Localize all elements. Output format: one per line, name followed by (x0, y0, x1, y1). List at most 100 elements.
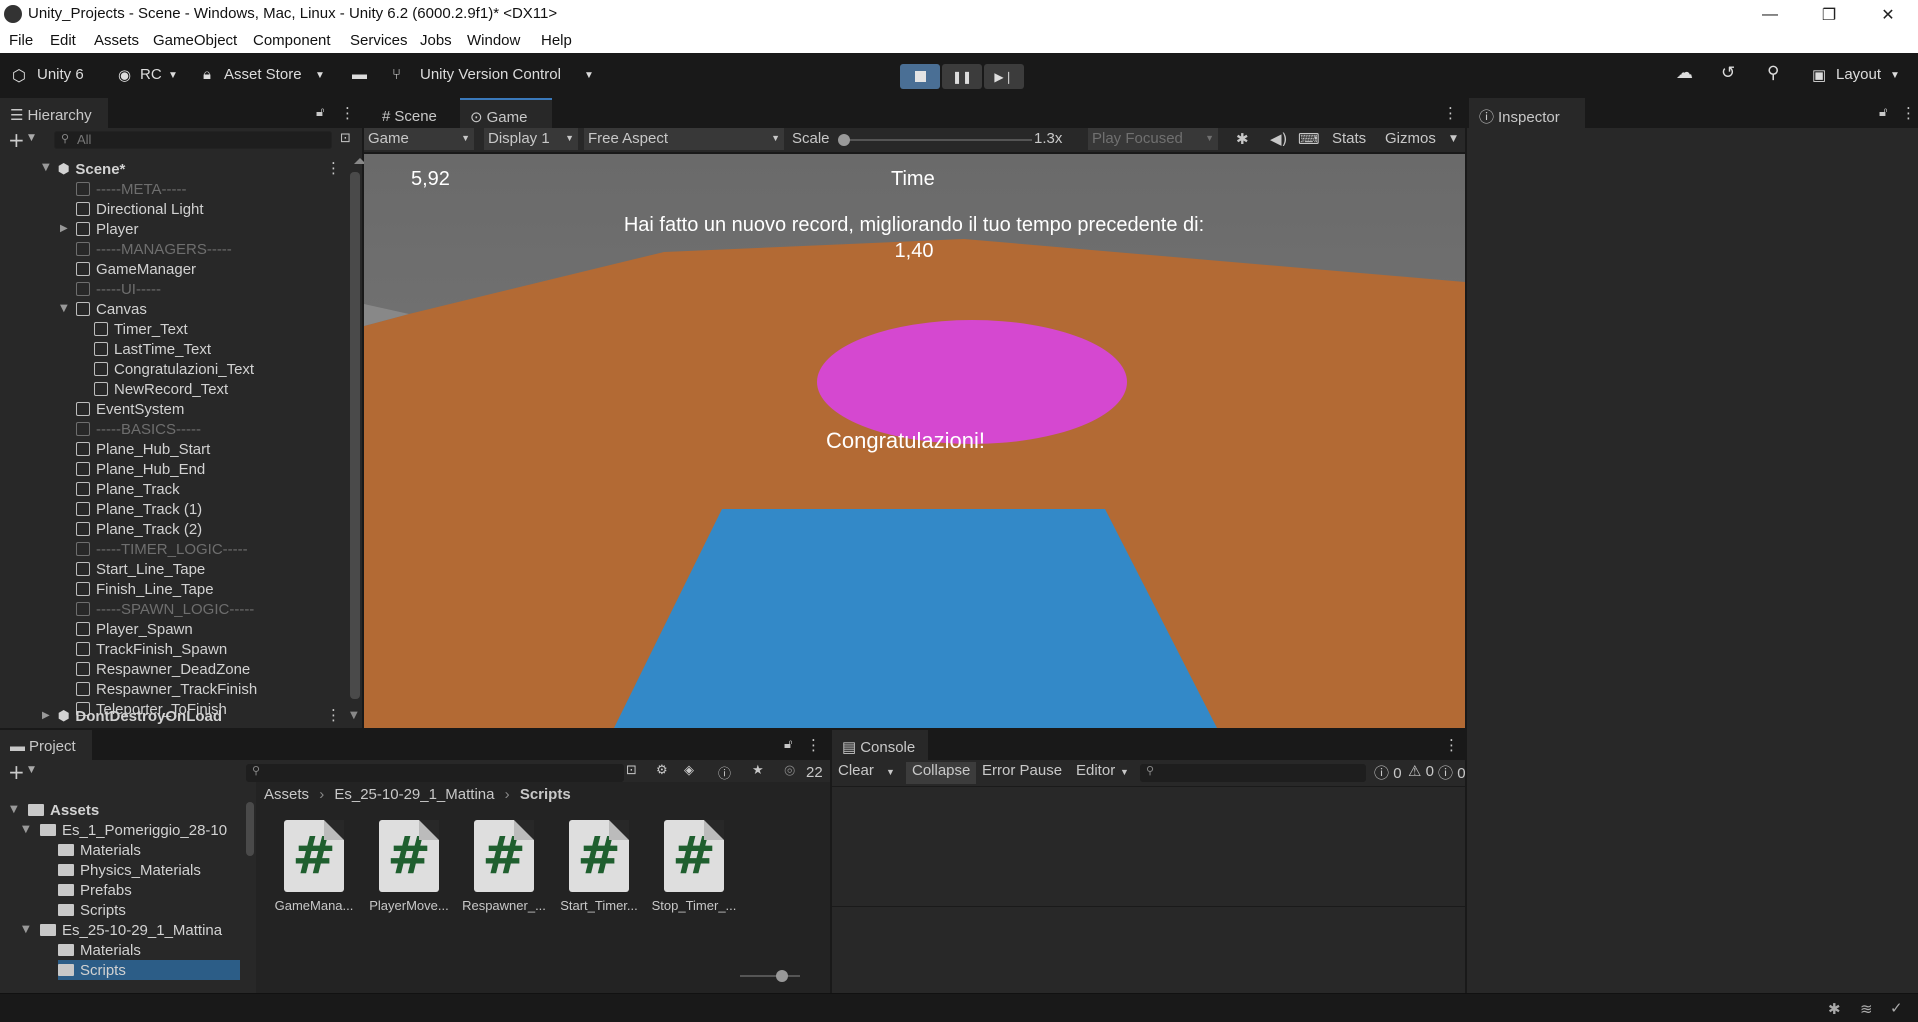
check-icon[interactable]: ✓ (1890, 999, 1903, 1017)
breadcrumb-assets[interactable]: Assets (264, 786, 309, 803)
hierarchy-item[interactable]: Plane_Hub_Start (76, 439, 210, 459)
project-search-input[interactable]: ⚲ (246, 764, 624, 782)
project-folder-item[interactable]: Physics_Materials (58, 860, 201, 880)
tree-scrollbar[interactable] (246, 802, 254, 856)
project-folder-item[interactable]: Prefabs (58, 880, 132, 900)
warning-filter-icon[interactable]: ⓘ (718, 763, 731, 782)
hierarchy-item[interactable]: Canvas (76, 299, 147, 319)
project-folder-item[interactable]: Materials (58, 940, 141, 960)
label-icon[interactable]: ◈ (684, 763, 694, 778)
hierarchy-item[interactable]: Plane_Track (1) (76, 499, 202, 519)
display-dropdown[interactable]: Display 1 ▼ (484, 128, 578, 150)
menu-help[interactable]: Help (541, 32, 572, 49)
scale-slider[interactable] (842, 139, 1032, 141)
hierarchy-item[interactable]: -----MANAGERS----- (76, 239, 232, 259)
debug-icon[interactable]: ✱ (1828, 1000, 1841, 1018)
hierarchy-item[interactable]: EventSystem (76, 399, 184, 419)
editor-dropdown[interactable]: Editor (1076, 762, 1115, 784)
hierarchy-item[interactable]: Player_Spawn (76, 619, 193, 639)
game-mode-dropdown[interactable]: Game ▼ (364, 128, 474, 150)
project-folder-item[interactable]: Scripts (58, 900, 126, 920)
error-count-toggle[interactable]: ⓘ 0 (1374, 762, 1402, 784)
step-button[interactable]: ▶❘ (984, 64, 1024, 89)
clear-button[interactable]: Clear (838, 762, 874, 784)
lock-icon[interactable]: 🔓︎ (784, 737, 792, 752)
search-by-type-icon[interactable]: ⊡ (626, 763, 637, 778)
hierarchy-item[interactable]: Respawner_TrackFinish (76, 679, 257, 699)
script-asset[interactable]: # Stop_Timer_... (650, 820, 738, 920)
menu-services[interactable]: Services (350, 32, 408, 49)
script-asset[interactable]: # GameMana... (270, 820, 358, 920)
error-pause-button[interactable]: Error Pause (982, 762, 1062, 784)
hierarchy-item[interactable]: Plane_Track (2) (76, 519, 202, 539)
minimize-button[interactable]: — (1741, 0, 1799, 29)
more-options-icon[interactable]: ⋮ (1444, 736, 1459, 754)
keyboard-icon[interactable]: ⌨ (1298, 130, 1320, 148)
hierarchy-item[interactable]: Player (76, 219, 139, 239)
more-options-icon[interactable]: ⋮ (1443, 104, 1458, 122)
dont-destroy-on-load-root[interactable]: ⬢ DontDestroyOnLoad (58, 706, 222, 726)
console-search-input[interactable]: ⚲ (1140, 764, 1366, 782)
warning-count-toggle[interactable]: ⚠ 0 (1408, 762, 1434, 784)
asset-store-button[interactable]: Asset Store (224, 66, 302, 83)
hierarchy-search-input[interactable]: ⚲ All (54, 131, 332, 149)
menu-window[interactable]: Window (467, 32, 520, 49)
collapse-button[interactable]: Collapse (906, 762, 977, 784)
project-folder-item[interactable]: Scripts (58, 960, 240, 980)
tab-inspector[interactable]: ⓘ Inspector (1469, 98, 1585, 128)
history-icon[interactable]: ↺ (1721, 63, 1735, 83)
hierarchy-item[interactable]: NewRecord_Text (94, 379, 228, 399)
scene-search-icon[interactable]: ⊡ (340, 131, 351, 146)
tab-console[interactable]: ▤ Console (832, 730, 928, 760)
hierarchy-item[interactable]: -----SPAWN_LOGIC----- (76, 599, 254, 619)
expand-arrow-icon[interactable]: ▼ (22, 924, 30, 935)
hierarchy-item[interactable]: -----BASICS----- (76, 419, 201, 439)
aspect-dropdown[interactable]: Free Aspect ▼ (584, 128, 784, 150)
hierarchy-item[interactable]: Respawner_DeadZone (76, 659, 250, 679)
info-count-toggle[interactable]: ⓘ 0 (1438, 762, 1466, 784)
tab-scene[interactable]: # Scene (372, 98, 454, 128)
unity-version-label[interactable]: Unity 6 (37, 66, 84, 83)
game-viewport[interactable]: 5,92 Time Hai fatto un nuovo record, mig… (364, 154, 1465, 728)
hierarchy-item[interactable]: Plane_Hub_End (76, 459, 205, 479)
breadcrumb-scripts[interactable]: Scripts (520, 786, 571, 803)
hierarchy-item[interactable]: Directional Light (76, 199, 204, 219)
restore-button[interactable]: ❐ (1800, 0, 1858, 29)
account-icon[interactable]: ◉ (118, 66, 131, 84)
tab-game[interactable]: ⊙ Game (460, 98, 552, 128)
search-icon[interactable]: ⚲ (1767, 63, 1779, 83)
expand-arrow-icon[interactable]: ▼ (60, 303, 68, 314)
stats-button[interactable]: Stats (1332, 130, 1366, 147)
project-folder-item[interactable]: Es_25-10-29_1_Mattina (40, 920, 222, 940)
project-folder-item[interactable]: Materials (58, 840, 141, 860)
menu-gameobject[interactable]: GameObject (153, 32, 237, 49)
more-options-icon[interactable]: ⋮ (806, 736, 821, 754)
lock-icon[interactable]: 🔓︎ (316, 105, 324, 120)
version-control-button[interactable]: Unity Version Control (420, 66, 561, 83)
hierarchy-item[interactable]: Start_Line_Tape (76, 559, 205, 579)
bug-icon[interactable]: ✱ (1236, 130, 1249, 148)
archive-icon[interactable]: ▬ (352, 66, 367, 83)
hierarchy-item[interactable]: Timer_Text (94, 319, 188, 339)
menu-file[interactable]: File (9, 32, 33, 49)
tab-hierarchy[interactable]: ☰ Hierarchy (0, 98, 108, 128)
expand-arrow-icon[interactable]: ▼ (10, 804, 18, 815)
favorite-icon[interactable]: ★ (752, 763, 764, 778)
account-dropdown[interactable]: RC (140, 66, 162, 83)
more-options-icon[interactable]: ⋮ (326, 159, 341, 177)
lock-icon[interactable]: 🔓︎ (1879, 105, 1887, 120)
hierarchy-item[interactable]: TrackFinish_Spawn (76, 639, 227, 659)
expand-arrow-icon[interactable]: ▶ (60, 223, 68, 234)
play-focused-dropdown[interactable]: Play Focused ▼ (1088, 128, 1218, 150)
icon-size-slider[interactable] (740, 975, 800, 977)
script-asset[interactable]: # PlayerMove... (365, 820, 453, 920)
hierarchy-item[interactable]: Congratulazioni_Text (94, 359, 254, 379)
project-folder-item[interactable]: Es_1_Pomeriggio_28-10 (40, 820, 227, 840)
scroll-down-arrow[interactable]: ▼ (350, 710, 358, 721)
tab-project[interactable]: ▬ Project (0, 730, 92, 760)
expand-arrow-icon[interactable]: ▼ (22, 824, 30, 835)
hierarchy-item[interactable]: LastTime_Text (94, 339, 211, 359)
cloud-icon[interactable]: ☁ (1676, 63, 1693, 83)
menu-component[interactable]: Component (253, 32, 331, 49)
more-options-icon[interactable]: ⋮ (1901, 104, 1916, 122)
